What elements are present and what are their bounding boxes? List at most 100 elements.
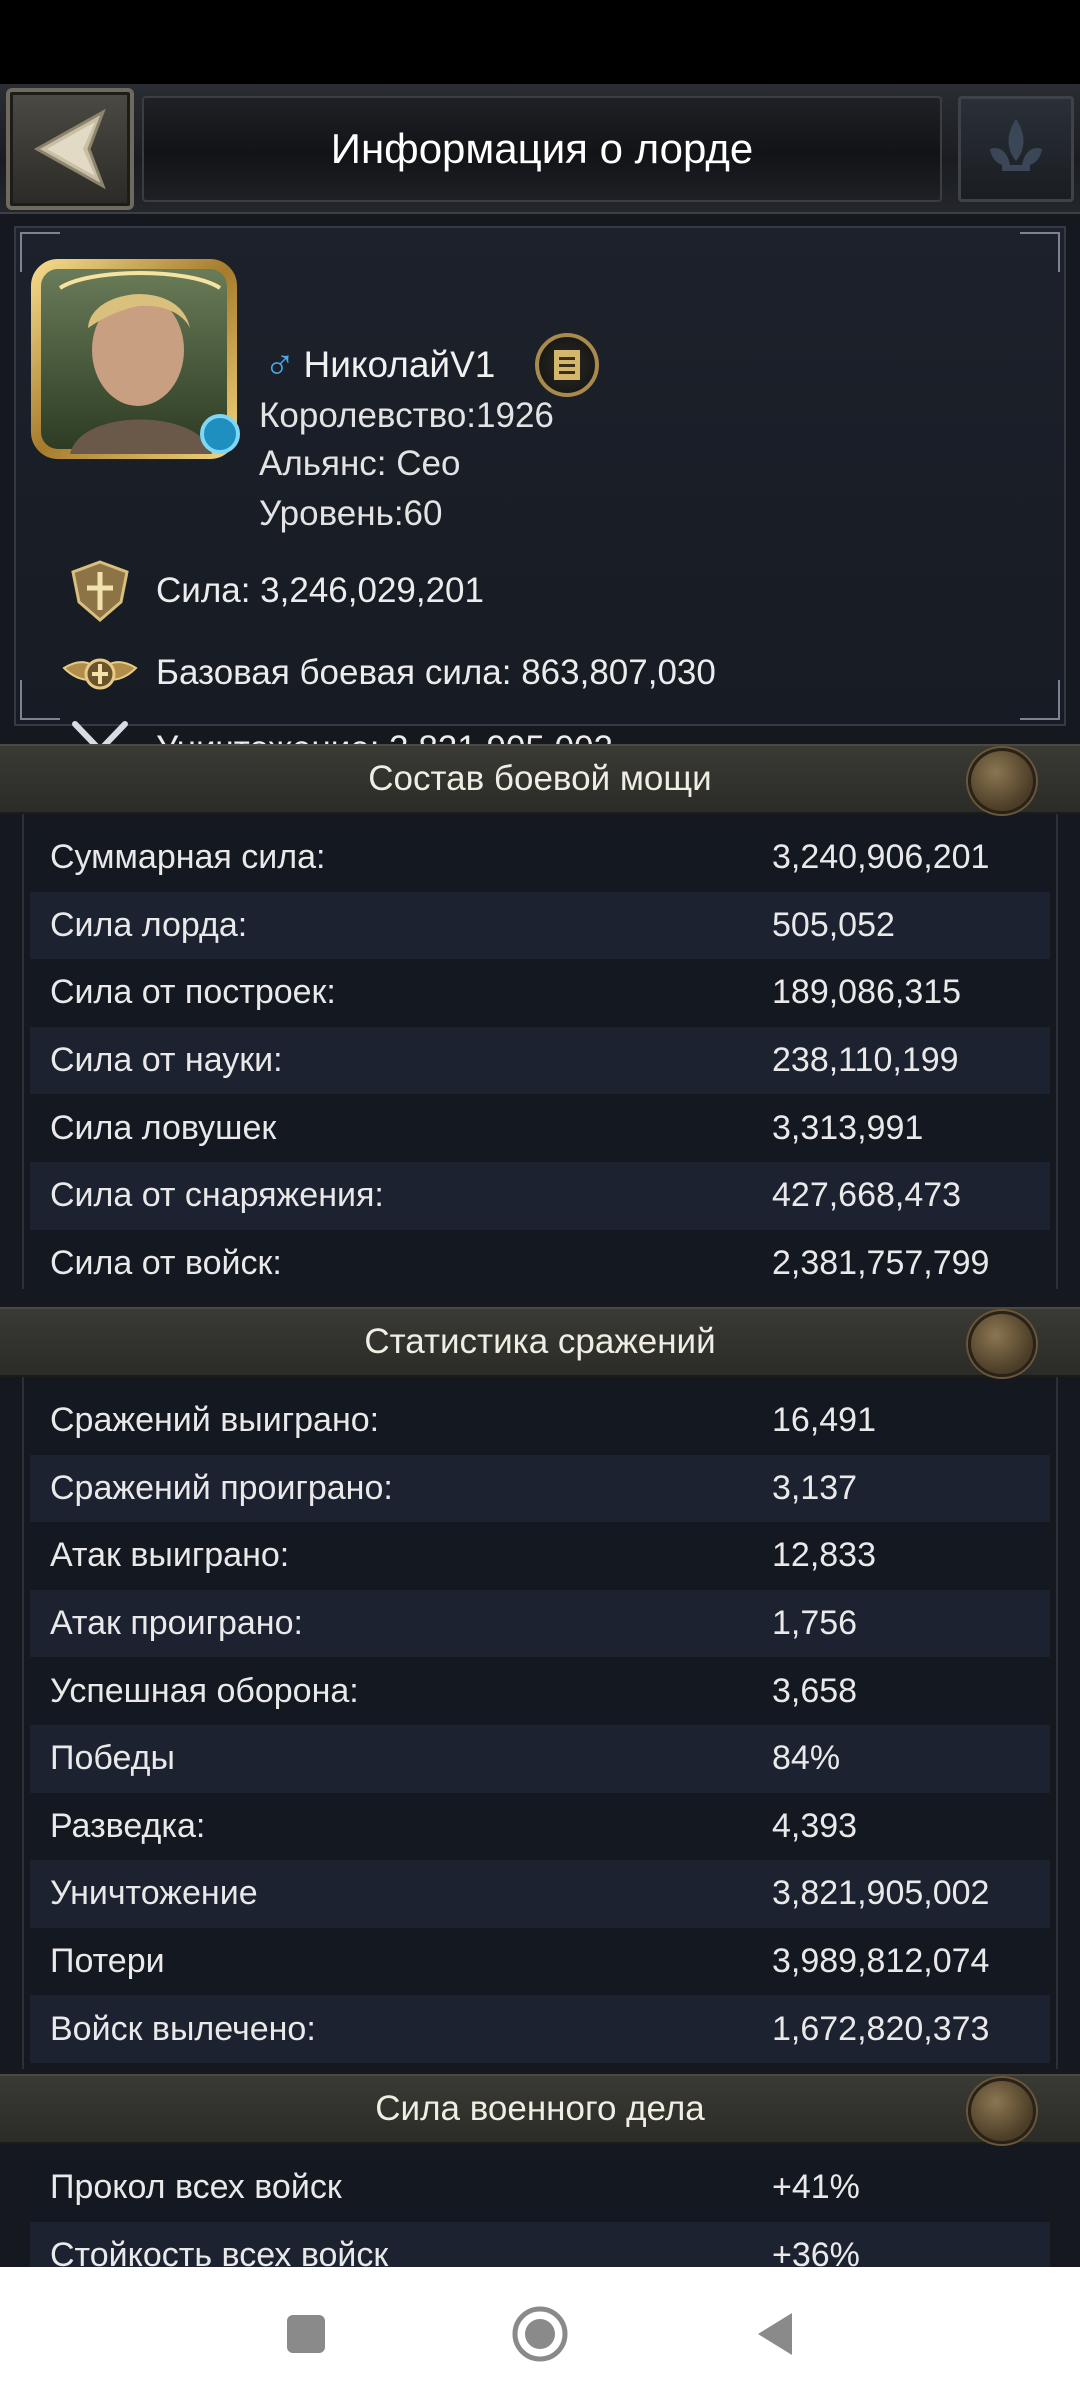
table-row: Стойкость всех войск +36% xyxy=(30,2221,1050,2267)
row-value: +36% xyxy=(772,2235,860,2267)
row-value: 3,313,991 xyxy=(772,1108,924,1147)
table-row: Сила лорда: 505,052 xyxy=(30,891,1050,960)
circle-home-icon xyxy=(512,2306,568,2361)
row-label: Стойкость всех войск xyxy=(50,2235,389,2267)
row-value: 3,821,905,002 xyxy=(772,1874,990,1913)
table-row: Сражений проиграно: 3,137 xyxy=(30,1454,1050,1523)
system-navigation-bar xyxy=(0,2267,1080,2400)
row-value: 505,052 xyxy=(772,905,895,944)
base-combat-power-value: Базовая боевая сила: 863,807,030 xyxy=(156,653,716,692)
row-value: 1,672,820,373 xyxy=(772,2009,990,2048)
collapse-toggle-icon[interactable] xyxy=(968,2078,1036,2144)
table-row: Сражений выиграно: 16,491 xyxy=(30,1387,1050,1455)
row-value: 3,240,906,201 xyxy=(772,838,990,877)
row-label: Суммарная сила: xyxy=(50,838,326,877)
alliance-label: Альянс: Сео xyxy=(259,444,461,483)
row-value: 84% xyxy=(772,1739,841,1778)
row-value: 16,491 xyxy=(772,1401,876,1440)
row-value: 3,658 xyxy=(772,1671,858,1710)
row-label: Сила от построек: xyxy=(50,973,336,1012)
table-row: Войск вылечено: 1,672,820,373 xyxy=(30,1995,1050,2063)
row-label: Сила от науки: xyxy=(50,1041,283,1080)
row-label: Прокол всех войск xyxy=(50,2168,342,2207)
row-label: Сила ловушек xyxy=(50,1108,277,1147)
table-row: Сила от построек: 189,086,315 xyxy=(30,959,1050,1027)
row-label: Сила от снаряжения: xyxy=(50,1176,384,1215)
kingdom-label: Королевство:1926 xyxy=(259,396,554,435)
row-value: 1,756 xyxy=(772,1604,858,1643)
profile-details-button[interactable] xyxy=(535,333,600,397)
row-value: 189,086,315 xyxy=(772,973,962,1012)
section-battle-stats-header[interactable]: Статистика сражений xyxy=(0,1307,1080,1377)
table-row: Сила от снаряжения: 427,668,473 xyxy=(30,1161,1050,1230)
row-label: Атак проиграно: xyxy=(50,1604,303,1643)
power-shield-icon xyxy=(60,556,140,626)
table-row: Потери 3,989,812,074 xyxy=(30,1927,1050,1996)
back-button[interactable] xyxy=(6,88,134,210)
page-title: Информация о лорде xyxy=(330,125,754,172)
header-bar: Информация о лорде xyxy=(0,84,1080,214)
base-combat-power-stat: Базовая боевая сила: 863,807,030 xyxy=(60,638,716,708)
military-power-list: Прокол всех войск +41% Стойкость всех вой… xyxy=(30,2154,1050,2267)
row-label: Успешная оборона: xyxy=(50,1671,359,1710)
row-value: 427,668,473 xyxy=(772,1176,962,1215)
corner-ornament xyxy=(20,680,60,720)
power-stat: Сила: 3,246,029,201 xyxy=(60,556,484,626)
level-label: Уровень:60 xyxy=(259,494,443,533)
collapse-toggle-icon[interactable] xyxy=(968,748,1036,814)
row-value: 2,381,757,799 xyxy=(772,1243,990,1282)
row-label: Сражений проиграно: xyxy=(50,1468,393,1507)
row-value: 3,137 xyxy=(772,1468,858,1507)
table-row: Победы 84% xyxy=(30,1724,1050,1793)
back-nav-button[interactable] xyxy=(714,2267,834,2400)
corner-ornament xyxy=(1020,232,1060,272)
power-value: Сила: 3,246,029,201 xyxy=(156,571,484,610)
row-label: Сражений выиграно: xyxy=(50,1401,380,1440)
square-recents-icon xyxy=(287,2314,325,2353)
table-row: Суммарная сила: 3,240,906,201 xyxy=(30,824,1050,892)
avatar[interactable] xyxy=(30,258,240,462)
table-row: Разведка: 4,393 xyxy=(30,1792,1050,1861)
row-value: 3,989,812,074 xyxy=(772,1942,990,1981)
lord-info-screen: Информация о лорде ♂ НиколайV1 Королевст… xyxy=(0,84,1080,2267)
lord-portrait-icon xyxy=(31,259,240,459)
section-title: Статистика сражений xyxy=(364,1322,716,1361)
battle-stats-list: Сражений выиграно: 16,491 Сражений проигр… xyxy=(30,1387,1050,2063)
section-power-breakdown-header[interactable]: Состав боевой мощи xyxy=(0,744,1080,814)
corner-ornament xyxy=(1020,680,1060,720)
table-row: Сила от войск: 2,381,757,799 xyxy=(30,1229,1050,1298)
fleur-emblem-icon xyxy=(990,119,1042,171)
header-emblem xyxy=(958,96,1074,202)
row-value: 12,833 xyxy=(772,1536,876,1575)
document-icon xyxy=(554,350,581,380)
row-value: 4,393 xyxy=(772,1806,858,1845)
triangle-back-icon xyxy=(758,2312,792,2355)
row-label: Разведка: xyxy=(50,1806,206,1845)
row-label: Победы xyxy=(50,1739,175,1778)
row-value: +41% xyxy=(772,2168,860,2207)
lord-name-row: ♂ НиколайV1 xyxy=(264,333,600,397)
section-title: Сила военного дела xyxy=(375,2089,705,2128)
status-bar xyxy=(0,0,1080,84)
row-label: Атак выиграно: xyxy=(50,1536,290,1575)
table-row: Атак проиграно: 1,756 xyxy=(30,1589,1050,1658)
row-label: Уничтожение xyxy=(50,1874,258,1913)
table-row: Прокол всех войск +41% xyxy=(30,2154,1050,2222)
row-label: Войск вылечено: xyxy=(50,2009,316,2048)
row-label: Сила лорда: xyxy=(50,905,248,944)
table-row: Сила от науки: 238,110,199 xyxy=(30,1026,1050,1095)
table-row: Атак выиграно: 12,833 xyxy=(30,1522,1050,1590)
row-value: 238,110,199 xyxy=(772,1041,959,1080)
winged-emblem-icon xyxy=(60,638,140,708)
section-title: Состав боевой мощи xyxy=(368,759,712,798)
table-row: Уничтожение 3,821,905,002 xyxy=(30,1860,1050,1928)
row-label: Сила от войск: xyxy=(50,1243,282,1282)
table-row: Успешная оборона: 3,658 xyxy=(30,1657,1050,1725)
collapse-toggle-icon[interactable] xyxy=(968,1311,1036,1377)
section-military-power-header[interactable]: Сила военного дела xyxy=(0,2074,1080,2144)
back-arrow-icon xyxy=(33,108,106,190)
recents-button[interactable] xyxy=(246,2267,366,2400)
row-label: Потери xyxy=(50,1942,165,1981)
male-gender-icon: ♂ xyxy=(264,341,296,388)
home-button[interactable] xyxy=(480,2267,600,2400)
